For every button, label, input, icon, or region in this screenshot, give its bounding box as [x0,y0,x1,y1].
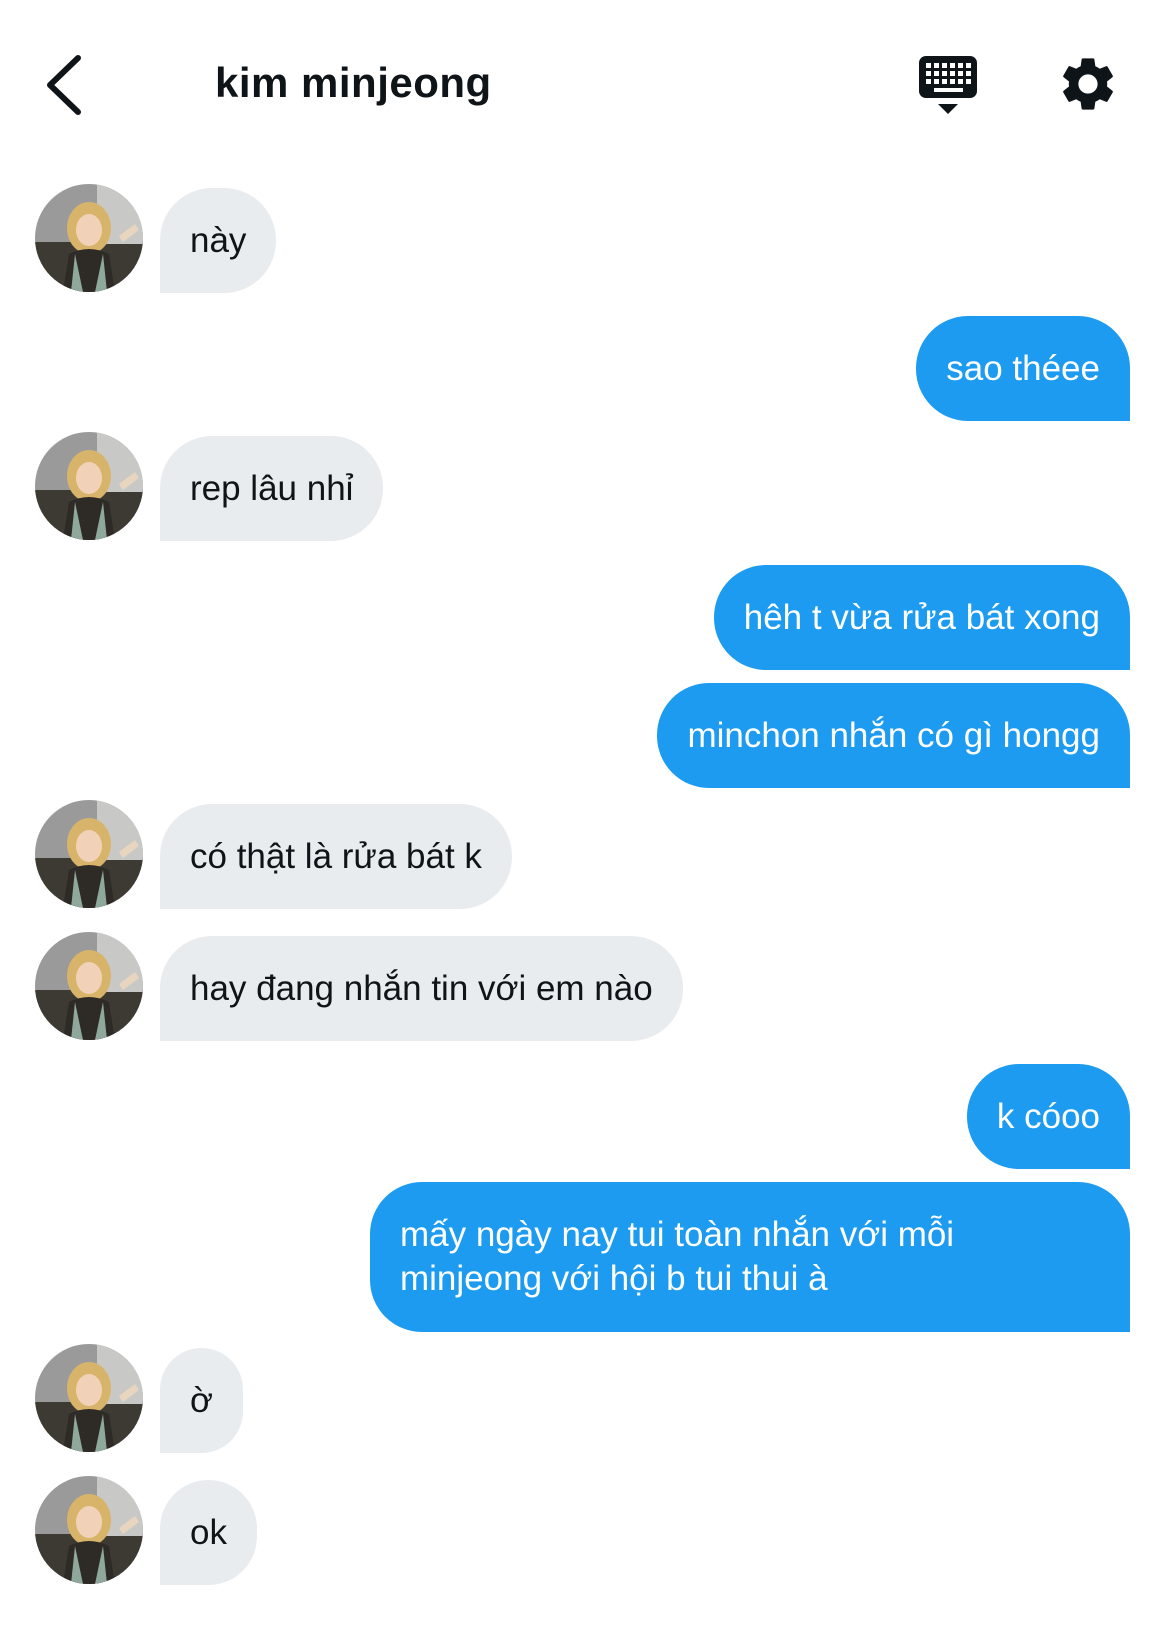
profile-photo [35,432,143,540]
message-outgoing[interactable]: k cóoo [966,1064,1130,1169]
keyboard-icon [919,56,977,114]
chevron-left-icon [47,55,81,115]
avatar[interactable] [35,800,143,908]
profile-photo [35,1344,143,1452]
profile-photo [35,800,143,908]
profile-photo [35,184,143,292]
avatar[interactable] [35,184,143,292]
avatar[interactable] [35,432,143,540]
message-incoming[interactable]: có thật là rửa bát k [160,804,512,909]
avatar[interactable] [35,1476,143,1584]
message-outgoing[interactable]: sao théee [916,316,1130,421]
conversation-header: kim minjeong [0,0,1170,160]
message-incoming[interactable]: ok [160,1480,257,1585]
message-outgoing[interactable]: mấy ngày nay tui toàn nhắn với mỗi minje… [370,1182,1130,1332]
conversation-title: kim minjeong [215,59,492,106]
message-incoming[interactable]: rep lâu nhỉ [160,436,384,541]
avatar[interactable] [35,1344,143,1452]
message-incoming[interactable]: ờ [160,1348,243,1453]
message-outgoing[interactable]: hêh t vừa rửa bát xong [713,565,1130,670]
keyboard-button[interactable] [915,52,981,118]
gear-icon [1063,58,1113,110]
back-button[interactable] [40,50,100,120]
message-outgoing[interactable]: minchon nhắn có gì hongg [657,683,1130,788]
message-incoming[interactable]: này [160,188,277,293]
settings-button[interactable] [1056,52,1120,116]
profile-photo [35,1476,143,1584]
profile-photo [35,932,143,1040]
message-incoming[interactable]: hay đang nhắn tin với em nào [160,936,683,1041]
avatar[interactable] [35,932,143,1040]
